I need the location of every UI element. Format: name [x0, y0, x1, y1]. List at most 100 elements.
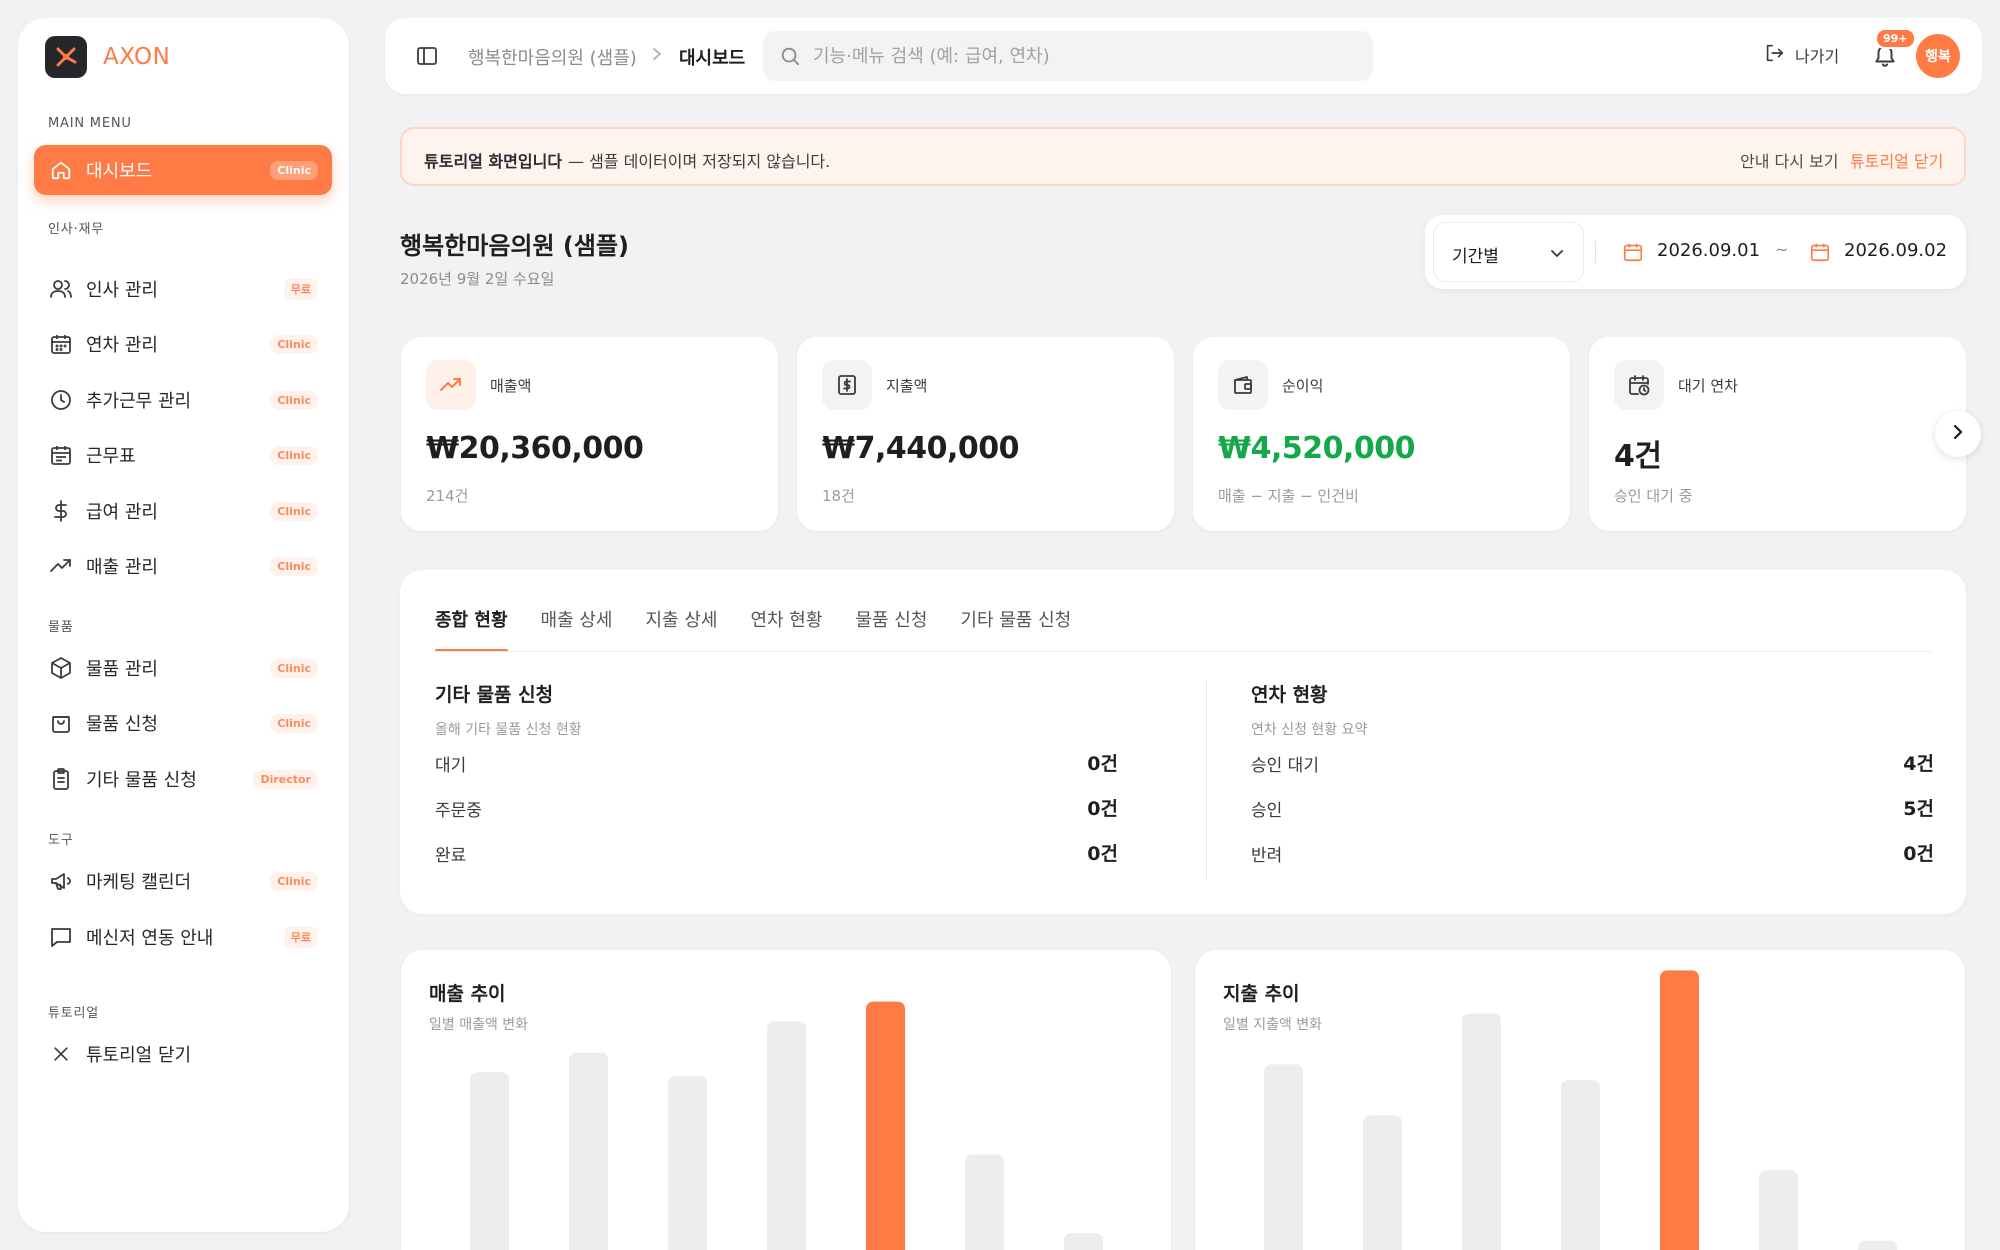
- tab-expense-detail[interactable]: 지출 상세: [645, 606, 717, 651]
- summary-key: 대기: [435, 756, 467, 776]
- bar-highlighted[interactable]: [1660, 970, 1699, 1250]
- exit-button[interactable]: 나가기: [1763, 42, 1839, 68]
- bar[interactable]: [668, 1076, 707, 1250]
- stat-card-pending-leave[interactable]: 대기 연차 4건 승인 대기 중: [1589, 337, 1966, 531]
- bar[interactable]: [1363, 1115, 1402, 1250]
- leave-summary: 연차 현황 연차 신청 현황 요약 승인 대기 4건 승인 5건 반려 0건: [1251, 680, 1934, 874]
- sidebar-item-supplies[interactable]: 물품 관리 Clinic: [34, 643, 332, 693]
- end-date-input[interactable]: 2026.09.02: [1844, 240, 1947, 261]
- sidebar-item-leave[interactable]: 연차 관리 Clinic: [34, 319, 332, 369]
- sidebar-item-overtime[interactable]: 추가근무 관리 Clinic: [34, 375, 332, 425]
- start-date-input[interactable]: 2026.09.01: [1657, 240, 1760, 261]
- section-label: 도구: [48, 833, 74, 848]
- main-menu-label: MAIN MENU: [48, 116, 132, 131]
- sidebar-item-hr[interactable]: 인사 관리 무료: [34, 264, 332, 314]
- tab-divider: [435, 651, 1932, 652]
- summary-row: 완료 0건: [435, 829, 1118, 874]
- sidebar-toggle-icon[interactable]: [415, 44, 439, 72]
- stat-sub: 214건: [426, 487, 469, 505]
- bar[interactable]: [470, 1072, 509, 1250]
- sidebar-item-schedule[interactable]: 근무표 Clinic: [34, 430, 332, 480]
- bar[interactable]: [767, 1021, 806, 1250]
- sidebar-item-label: 메신저 연동 안내: [86, 928, 214, 949]
- plan-badge: Clinic: [270, 871, 318, 891]
- search-input[interactable]: [813, 31, 1353, 81]
- page-title: 행복한마음의원 (샘플): [400, 232, 630, 260]
- exit-label: 나가기: [1795, 47, 1840, 66]
- column-divider: [1206, 680, 1207, 880]
- sidebar-item-other-supply-request[interactable]: 기타 물품 신청 Director: [34, 754, 332, 804]
- brand-name: AXON: [103, 44, 171, 70]
- tab-revenue-detail[interactable]: 매출 상세: [541, 606, 613, 651]
- sidebar-item-label: 매출 관리: [86, 557, 158, 578]
- stat-label: 순이익: [1282, 377, 1324, 395]
- stat-label: 매출액: [490, 377, 532, 395]
- expense-bar-chart: [1264, 970, 1897, 1250]
- bar[interactable]: [1759, 1170, 1798, 1250]
- search-icon: [779, 45, 801, 71]
- sidebar-item-payroll[interactable]: 급여 관리 Clinic: [34, 486, 332, 536]
- plan-badge: Clinic: [270, 713, 318, 733]
- plan-badge: Clinic: [270, 445, 318, 465]
- show-guide-again-link[interactable]: 안내 다시 보기: [1740, 148, 1839, 172]
- plan-badge: Clinic: [270, 160, 318, 180]
- close-tutorial-link[interactable]: 튜토리얼 닫기: [1850, 148, 1943, 172]
- sidebar-item-label: 기타 물품 신청: [86, 770, 197, 791]
- plan-badge: Clinic: [270, 658, 318, 678]
- stat-card-net-profit[interactable]: 순이익 ₩4,520,000 매출 − 지출 − 인건비: [1193, 337, 1570, 531]
- stat-value: ₩4,520,000: [1218, 431, 1416, 466]
- avatar[interactable]: 행복: [1916, 34, 1960, 78]
- stat-value: 4건: [1614, 439, 1662, 474]
- bar-highlighted[interactable]: [866, 1001, 905, 1250]
- tab-bar: 종합 현황 매출 상세 지출 상세 연차 현황 물품 신청 기타 물품 신청: [435, 606, 1071, 652]
- bar[interactable]: [1264, 1064, 1303, 1250]
- receipt-icon: [822, 360, 872, 410]
- stat-card-revenue[interactable]: 매출액 ₩20,360,000 214건: [401, 337, 778, 531]
- stat-label: 지출액: [886, 377, 928, 395]
- stat-card-expense[interactable]: 지출액 ₩7,440,000 18건: [797, 337, 1174, 531]
- tab-overview[interactable]: 종합 현황: [435, 606, 508, 652]
- period-select[interactable]: 기간별: [1433, 222, 1584, 282]
- sidebar-item-marketing-calendar[interactable]: 마케팅 캘린더 Clinic: [34, 856, 332, 906]
- section-label: 인사·재무: [48, 222, 104, 237]
- banner-text: — 샘플 데이터이며 저장되지 않습니다.: [568, 152, 831, 171]
- bar[interactable]: [1858, 1240, 1897, 1250]
- sidebar-item-label: 인사 관리: [86, 280, 158, 301]
- schedule-icon: [49, 443, 73, 467]
- users-icon: [49, 277, 73, 301]
- summary-row: 대기 0건: [435, 739, 1118, 784]
- overview-tab-panel: 종합 현황 매출 상세 지출 상세 연차 현황 물품 신청 기타 물품 신청 기…: [400, 570, 1966, 914]
- wallet-icon: [1218, 360, 1268, 410]
- bar[interactable]: [1462, 1013, 1501, 1250]
- brand-logo[interactable]: AXON: [45, 36, 170, 78]
- bar[interactable]: [569, 1052, 608, 1250]
- stat-sub: 승인 대기 중: [1614, 487, 1693, 505]
- calendar-icon: [49, 332, 73, 356]
- other-supply-summary: 기타 물품 신청 올해 기타 물품 신청 현황 대기 0건 주문중 0건 완료 …: [435, 680, 1118, 874]
- summary-value: 4건: [1903, 753, 1934, 775]
- stat-sub: 매출 − 지출 − 인건비: [1218, 487, 1359, 505]
- tab-supply-request[interactable]: 물품 신청: [855, 606, 927, 651]
- bar[interactable]: [1064, 1232, 1103, 1250]
- sidebar-item-messenger-guide[interactable]: 메신저 연동 안내 무료: [34, 912, 332, 962]
- tab-leave-status[interactable]: 연차 현황: [750, 606, 822, 651]
- plan-badge: Clinic: [270, 501, 318, 521]
- sidebar-item-sales[interactable]: 매출 관리 Clinic: [34, 541, 332, 591]
- revenue-bar-chart: [470, 1001, 1103, 1250]
- tutorial-banner: 튜토리얼 화면입니다 — 샘플 데이터이며 저장되지 않습니다. 안내 다시 보…: [400, 127, 1966, 186]
- sidebar-item-label: 물품 관리: [86, 659, 158, 680]
- breadcrumb-clinic[interactable]: 행복한마음의원 (샘플): [468, 44, 637, 70]
- bar[interactable]: [1561, 1080, 1600, 1250]
- box-icon: [49, 656, 73, 680]
- search-box[interactable]: [763, 31, 1373, 81]
- sidebar-item-dashboard[interactable]: 대시보드 Clinic: [34, 145, 332, 195]
- sidebar-item-supply-request[interactable]: 물품 신청 Clinic: [34, 698, 332, 748]
- bar[interactable]: [965, 1154, 1004, 1250]
- stat-value: ₩20,360,000: [426, 431, 644, 466]
- tab-other-supply-request[interactable]: 기타 물품 신청: [960, 606, 1071, 651]
- sidebar-item-label: 대시보드: [86, 161, 153, 182]
- period-select-value: 기간별: [1452, 247, 1499, 267]
- carousel-next-button[interactable]: [1935, 411, 1981, 457]
- sidebar-item-close-tutorial[interactable]: 튜토리얼 닫기: [34, 1029, 332, 1079]
- plan-badge: Director: [253, 769, 318, 789]
